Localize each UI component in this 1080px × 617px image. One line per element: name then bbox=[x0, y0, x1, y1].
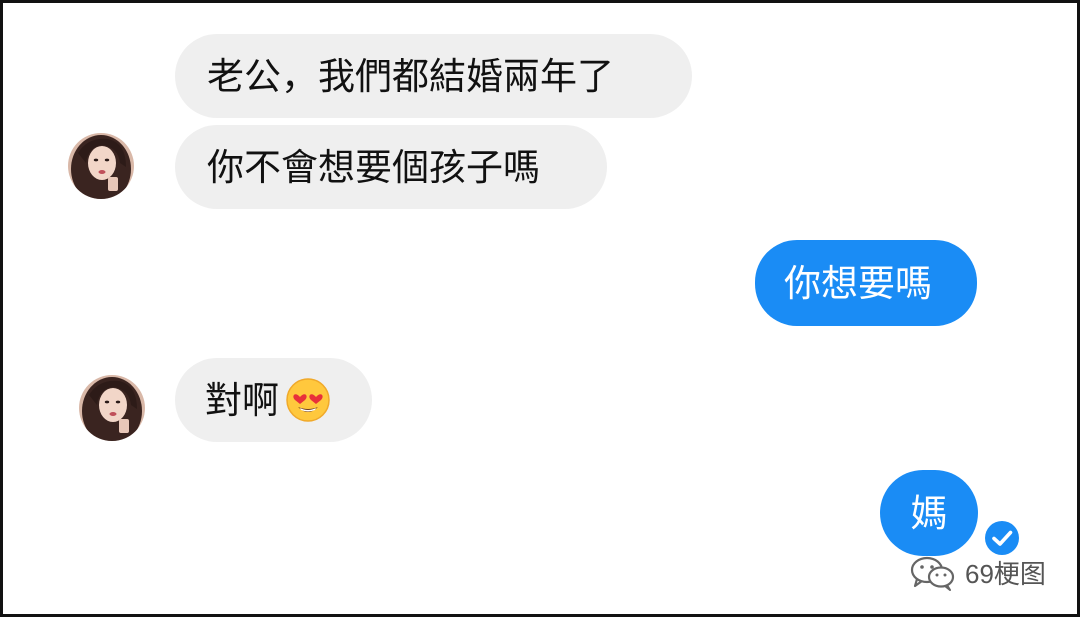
contact-avatar[interactable] bbox=[79, 375, 145, 441]
message-text: 對啊 bbox=[205, 378, 279, 422]
message-bubble-outgoing[interactable]: 媽 bbox=[880, 470, 978, 556]
watermark: 69梗图 bbox=[909, 554, 1046, 591]
message-bubble-incoming[interactable]: 老公，我們都結婚兩年了 bbox=[175, 34, 692, 118]
message-text: 老公，我們都結婚兩年了 bbox=[207, 54, 614, 98]
chat-screenshot: 老公，我們都結婚兩年了 你不會想要個孩子嗎 你想要嗎 對啊 媽 69梗图 bbox=[0, 0, 1080, 617]
message-bubble-incoming[interactable]: 對啊 bbox=[175, 358, 372, 442]
read-check-icon bbox=[985, 521, 1019, 555]
message-bubble-incoming[interactable]: 你不會想要個孩子嗎 bbox=[175, 125, 607, 209]
message-text: 你不會想要個孩子嗎 bbox=[207, 145, 540, 189]
contact-avatar[interactable] bbox=[68, 133, 134, 199]
message-text: 媽 bbox=[910, 491, 948, 535]
message-text: 你想要嗎 bbox=[784, 261, 932, 305]
watermark-text: 69梗图 bbox=[965, 559, 1046, 589]
wechat-icon bbox=[910, 556, 955, 591]
avatar-photo bbox=[79, 375, 145, 441]
message-bubble-outgoing[interactable]: 你想要嗎 bbox=[755, 240, 977, 326]
heart-eyes-emoji-icon bbox=[286, 378, 330, 422]
avatar-photo bbox=[68, 133, 134, 199]
